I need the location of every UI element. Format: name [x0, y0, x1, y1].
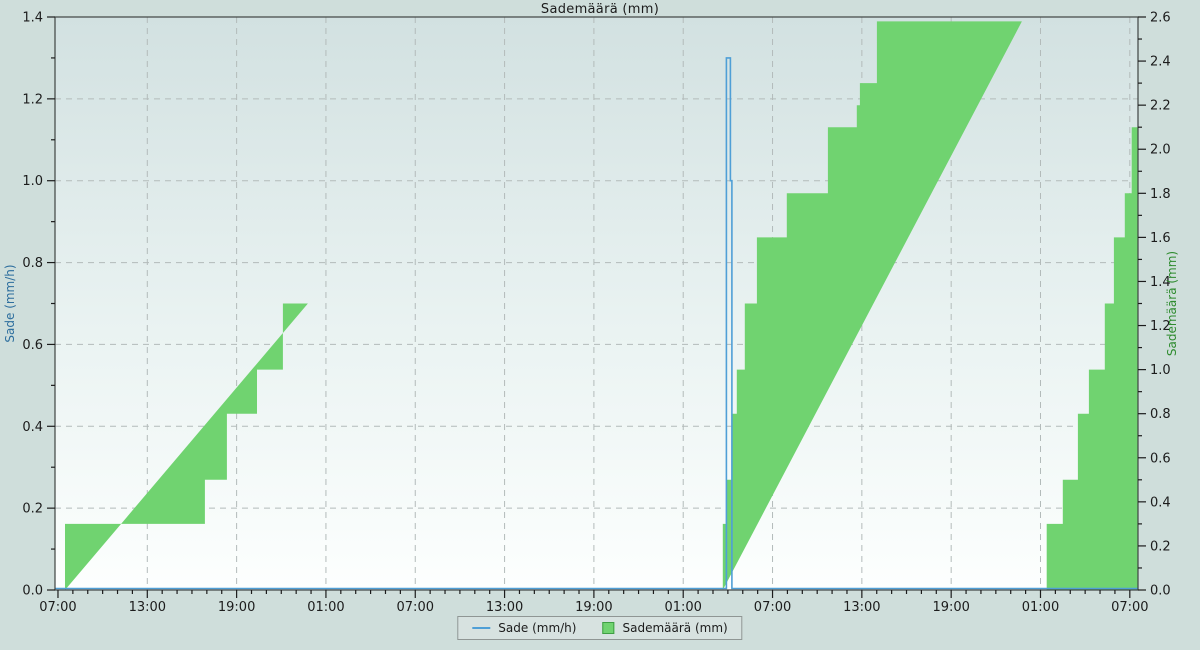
svg-text:07:00: 07:00 — [754, 600, 791, 615]
svg-text:0.0: 0.0 — [1150, 584, 1171, 599]
left-axis-title: Sade (mm/h) — [3, 264, 17, 342]
svg-text:0.0: 0.0 — [22, 584, 43, 599]
svg-text:01:00: 01:00 — [1022, 600, 1059, 615]
svg-text:0.8: 0.8 — [22, 256, 43, 271]
accumulation-square-swatch — [602, 622, 614, 634]
legend-label-accumulation: Sademäärä (mm) — [622, 621, 727, 635]
rain-chart-canvas: 07:00 13:00 19:00 01:00 07:00 13:00 19:00 01:00… — [0, 0, 1200, 650]
svg-text:07:00: 07:00 — [397, 600, 434, 615]
svg-text:0.4: 0.4 — [1150, 495, 1171, 510]
svg-text:2.4: 2.4 — [1150, 55, 1171, 70]
svg-text:2.0: 2.0 — [1150, 143, 1171, 158]
svg-text:0.2: 0.2 — [22, 502, 43, 517]
svg-text:2.6: 2.6 — [1150, 11, 1171, 26]
svg-text:01:00: 01:00 — [664, 600, 701, 615]
svg-text:1.0: 1.0 — [22, 174, 43, 189]
svg-text:0.6: 0.6 — [1150, 451, 1171, 466]
chart-legend: Sade (mm/h) Sademäärä (mm) — [457, 616, 742, 640]
svg-text:07:00: 07:00 — [1111, 600, 1148, 615]
rain-line-swatch — [472, 627, 490, 629]
svg-text:13:00: 13:00 — [129, 600, 166, 615]
svg-text:19:00: 19:00 — [575, 600, 612, 615]
svg-text:1.6: 1.6 — [1150, 231, 1171, 246]
svg-text:0.4: 0.4 — [22, 420, 43, 435]
svg-text:01:00: 01:00 — [307, 600, 344, 615]
svg-text:13:00: 13:00 — [843, 600, 880, 615]
rain-chart-window: Sademäärä (mm) 07:0013:0019:0001:0007:00… — [0, 0, 1200, 650]
svg-text:19:00: 19:00 — [932, 600, 969, 615]
svg-text:0.2: 0.2 — [1150, 539, 1171, 554]
svg-text:1.4: 1.4 — [22, 11, 43, 26]
legend-item-accumulation: Sademäärä (mm) — [602, 621, 727, 635]
svg-text:0.8: 0.8 — [1150, 407, 1171, 422]
svg-text:0.6: 0.6 — [22, 338, 43, 353]
svg-text:19:00: 19:00 — [218, 600, 255, 615]
svg-text:1.0: 1.0 — [1150, 363, 1171, 378]
svg-text:13:00: 13:00 — [486, 600, 523, 615]
svg-text:1.2: 1.2 — [22, 92, 43, 107]
svg-text:1.8: 1.8 — [1150, 187, 1171, 202]
svg-text:2.2: 2.2 — [1150, 99, 1171, 114]
legend-item-rain-rate: Sade (mm/h) — [472, 621, 576, 635]
right-axis-title: Sademäärä (mm) — [1165, 251, 1179, 356]
svg-text:07:00: 07:00 — [39, 600, 76, 615]
legend-label-rain-rate: Sade (mm/h) — [498, 621, 576, 635]
